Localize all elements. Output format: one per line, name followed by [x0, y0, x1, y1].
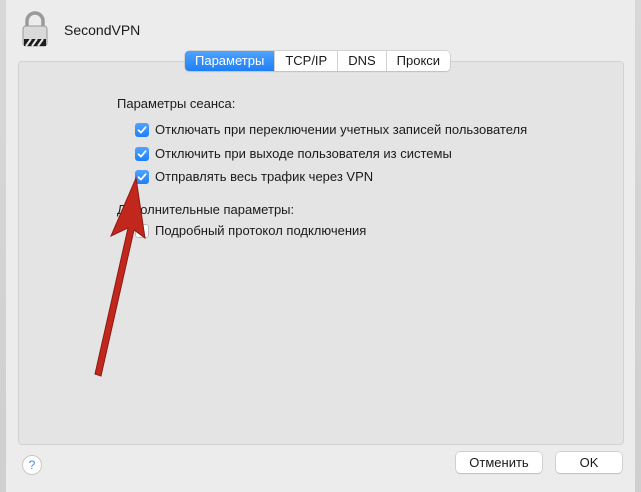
lock-icon	[22, 11, 48, 47]
option-label: Отключить при выходе пользователя из сис…	[155, 146, 452, 161]
option-label: Отправлять весь трафик через VPN	[155, 169, 374, 184]
option-send-all-traffic[interactable]: Отправлять весь трафик через VPN	[135, 169, 373, 184]
vpn-settings-dialog: SecondVPN Параметры сеанса: Отключать пр…	[6, 0, 635, 492]
checkmark-icon	[137, 149, 147, 157]
checkmark-icon	[137, 125, 147, 133]
tab-tcpip[interactable]: TCP/IP	[274, 51, 337, 71]
background-window-edge	[635, 0, 641, 492]
tab-parameters[interactable]: Параметры	[185, 51, 275, 71]
option-label: Отключать при переключении учетных запис…	[155, 122, 528, 137]
ok-button[interactable]: OK	[556, 452, 622, 473]
option-label: Подробный протокол подключения	[155, 223, 367, 238]
cancel-button[interactable]: Отменить	[456, 452, 542, 473]
app-title: SecondVPN	[64, 22, 141, 38]
settings-panel: Параметры сеанса: Отключать при переключ…	[18, 61, 624, 445]
option-disconnect-on-logout[interactable]: Отключить при выходе пользователя из сис…	[135, 146, 452, 161]
option-disconnect-on-user-switch[interactable]: Отключать при переключении учетных запис…	[135, 122, 527, 137]
tab-dns[interactable]: DNS	[337, 51, 385, 71]
app-header: SecondVPN	[20, 10, 140, 50]
checkbox-unchecked[interactable]	[135, 223, 149, 238]
session-params-heading: Параметры сеанса:	[117, 96, 236, 111]
tab-bar: Параметры TCP/IP DNS Прокси	[185, 51, 451, 71]
checkbox-checked[interactable]	[135, 146, 149, 161]
checkbox-checked[interactable]	[135, 169, 149, 184]
tab-proxy[interactable]: Прокси	[385, 51, 450, 71]
advanced-params-heading: Дополнительные параметры:	[117, 202, 295, 217]
option-verbose-logging[interactable]: Подробный протокол подключения	[135, 223, 366, 238]
checkbox-checked[interactable]	[135, 122, 149, 137]
help-button[interactable]: ?	[22, 455, 42, 475]
checkmark-icon	[137, 172, 147, 180]
screen: SecondVPN Параметры сеанса: Отключать пр…	[0, 0, 641, 492]
